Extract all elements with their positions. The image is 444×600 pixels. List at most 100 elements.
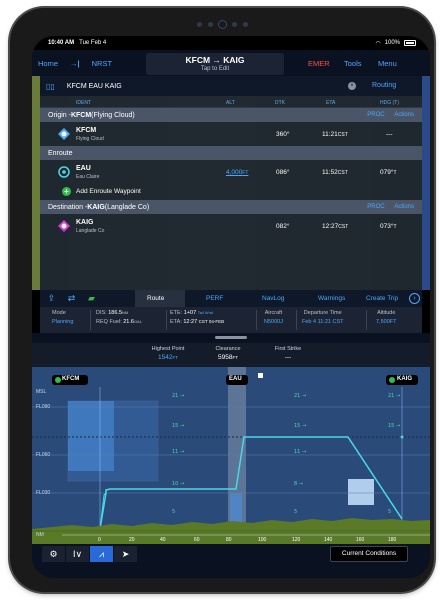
svg-text:8 →: 8 → [294, 481, 303, 487]
destination-actions-button[interactable]: Actions [394, 204, 414, 210]
drag-handle[interactable] [215, 336, 247, 339]
reverse-icon[interactable]: ⇄ [66, 293, 77, 304]
nrst-button[interactable]: NRST [86, 59, 118, 68]
tablet-frame: 10:40 AM Tue Feb 4 ◠ 100% Home →| NRST K… [10, 8, 434, 592]
airport-icon [58, 128, 70, 140]
svg-text:15 →: 15 → [388, 423, 400, 429]
add-enroute-label: Add Enroute Waypoint [76, 188, 141, 195]
tail-wind-label: Tail Wnd [197, 310, 214, 315]
enroute-hdg-unit: T [393, 170, 397, 176]
tab-warnings[interactable]: Warnings [318, 295, 345, 302]
route-input[interactable]: KFCM EAU KAIG [67, 83, 122, 90]
enroute-alt[interactable]: 4,000FT [226, 169, 248, 176]
highest-point-label: Highest Point [151, 346, 185, 352]
enroute-waypoint-row[interactable]: EAU Eau Claire 4,000FT 086° 11:52CST 079… [40, 160, 422, 184]
nm-tick: 140 [324, 537, 333, 543]
dis-value: 186.5 [108, 310, 122, 316]
profile-origin-label: KFCM [62, 376, 80, 382]
enroute-hdg: 079° [380, 169, 394, 176]
profile-mid-label: EAU [229, 376, 242, 382]
dis-unit: NM [122, 310, 129, 315]
altitude-block[interactable]: Altitude 7,500FT [376, 310, 396, 325]
destination-prefix: Destination - [48, 203, 88, 211]
mode-block[interactable]: Mode Planning [52, 310, 73, 325]
flight-summary: Mode Planning DIS: 186.5NM REQ Fuel: 21.… [40, 307, 422, 333]
col-ident: IDENT [76, 100, 91, 106]
profile-header: Highest Point 1542FT Clearance 5958FT Fi… [32, 343, 430, 367]
origin-waypoint-row[interactable]: KFCM Flying Cloud 360° 11:21CST --- [40, 122, 422, 146]
profile-view-icon[interactable]: ⩘ [90, 546, 114, 562]
enroute-eta: 11:52 [322, 169, 338, 176]
top-nav: Home →| NRST KFCM → KAIG Tap to Edit EME… [32, 50, 430, 76]
camera-bar [191, 20, 253, 28]
svg-text:10 →: 10 → [172, 481, 184, 487]
current-conditions-button[interactable]: Current Conditions [330, 546, 408, 562]
svg-text:21 →: 21 → [388, 393, 400, 399]
nm-tick: 100 [258, 537, 267, 543]
aircraft-sync-icon[interactable]: ▰ [86, 293, 97, 304]
routing-button[interactable]: Routing [372, 82, 396, 89]
col-dtk: DTK [275, 100, 285, 106]
origin-proc-button[interactable]: PROC [367, 112, 384, 118]
svg-text:5: 5 [294, 509, 297, 515]
clear-icon[interactable]: × [348, 82, 356, 90]
aircraft-value: N5000J [264, 319, 283, 325]
home-button[interactable]: Home [32, 59, 64, 68]
destination-section-header: Destination - KAIG (Langlade Co) PROC Ac… [40, 200, 422, 214]
nm-tick: 40 [160, 537, 166, 543]
departure-time-block[interactable]: Departure Time Feb 4 11:21 CST [302, 310, 343, 325]
destination-dtk: 082° [276, 223, 290, 230]
req-fuel-label: REQ Fuel: [96, 319, 122, 325]
origin-actions-button[interactable]: Actions [394, 112, 414, 118]
create-trip-button[interactable]: Create Trip [366, 295, 398, 302]
share-icon[interactable]: ⇪ [46, 293, 57, 304]
flight-plan-title-button[interactable]: KFCM → KAIG Tap to Edit [146, 53, 284, 75]
emer-button[interactable]: EMER [308, 59, 330, 68]
add-enroute-waypoint-button[interactable]: + Add Enroute Waypoint [40, 184, 422, 200]
gear-icon[interactable]: ⚙ [42, 546, 66, 562]
tools-button[interactable]: Tools [344, 59, 362, 68]
tab-navlog[interactable]: NavLog [262, 295, 284, 302]
nm-tick: 160 [356, 537, 365, 543]
destination-waypoint-row[interactable]: KAIG Langlade Co 082° 12:27CST 073°T [40, 214, 422, 238]
destination-hdg-unit: T [393, 224, 397, 230]
eta-value: 12:27 [183, 319, 198, 325]
direct-to-icon[interactable]: →| [64, 59, 86, 68]
flight-plan-title: KFCM → KAIG [185, 55, 245, 65]
destination-eta: 12:27 [322, 223, 339, 230]
book-icon[interactable]: ▯▯ [46, 82, 55, 91]
enroute-alt-value: 4,000 [226, 169, 243, 176]
aircraft-block[interactable]: Aircraft N5000J [264, 310, 283, 325]
flight-plan-tab-bar: ⇪ ⇄ ▰ Route PERF NavLog Warnings Create … [40, 290, 422, 307]
screen: 10:40 AM Tue Feb 4 ◠ 100% Home →| NRST K… [32, 36, 430, 578]
status-time: 10:40 AM [48, 40, 75, 46]
vertical-profile-view[interactable]: 21 → 21 → 21 → 15 → 15 → 15 → 11 → 11 → 10 → 8… [32, 367, 430, 544]
battery-icon [404, 40, 416, 46]
svg-text:21 →: 21 → [294, 393, 306, 399]
highest-point-unit: FT [172, 355, 178, 360]
status-date: Tue Feb 4 [79, 40, 107, 46]
panel-resize-bar[interactable] [32, 333, 430, 343]
altitude-scale-icon[interactable]: I∨ [66, 546, 90, 562]
enroute-ident: EAU [76, 165, 91, 172]
chevron-right-icon[interactable]: › [409, 293, 420, 304]
profile-destination-label: KAIG [397, 376, 412, 382]
route-input-bar[interactable]: ▯▯ KFCM EAU KAIG × Routing [40, 76, 422, 96]
tab-route[interactable]: Route [147, 295, 164, 302]
vor-icon [58, 166, 70, 178]
fl060-label: FL060 [36, 452, 51, 458]
col-hdg: HDG (T) [380, 100, 399, 106]
nm-tick: 0 [98, 537, 101, 543]
battery-percent: 100% [384, 40, 400, 46]
clearance-value: 5958 [218, 354, 233, 361]
flight-plan-panel: ▯▯ KFCM EAU KAIG × Routing IDENT ALT DTK… [40, 76, 422, 290]
highest-point-block: Highest Point 1542FT [142, 346, 194, 361]
tab-perf[interactable]: PERF [206, 295, 223, 302]
wifi-icon: ◠ [375, 40, 381, 47]
mode-label: Mode [52, 310, 66, 316]
menu-button[interactable]: Menu [378, 59, 397, 68]
origin-code: KFCM [70, 111, 92, 119]
navigate-arrow-icon[interactable]: ➤ [114, 546, 138, 562]
msl-label: MSL [36, 389, 47, 395]
destination-proc-button[interactable]: PROC [367, 204, 384, 210]
